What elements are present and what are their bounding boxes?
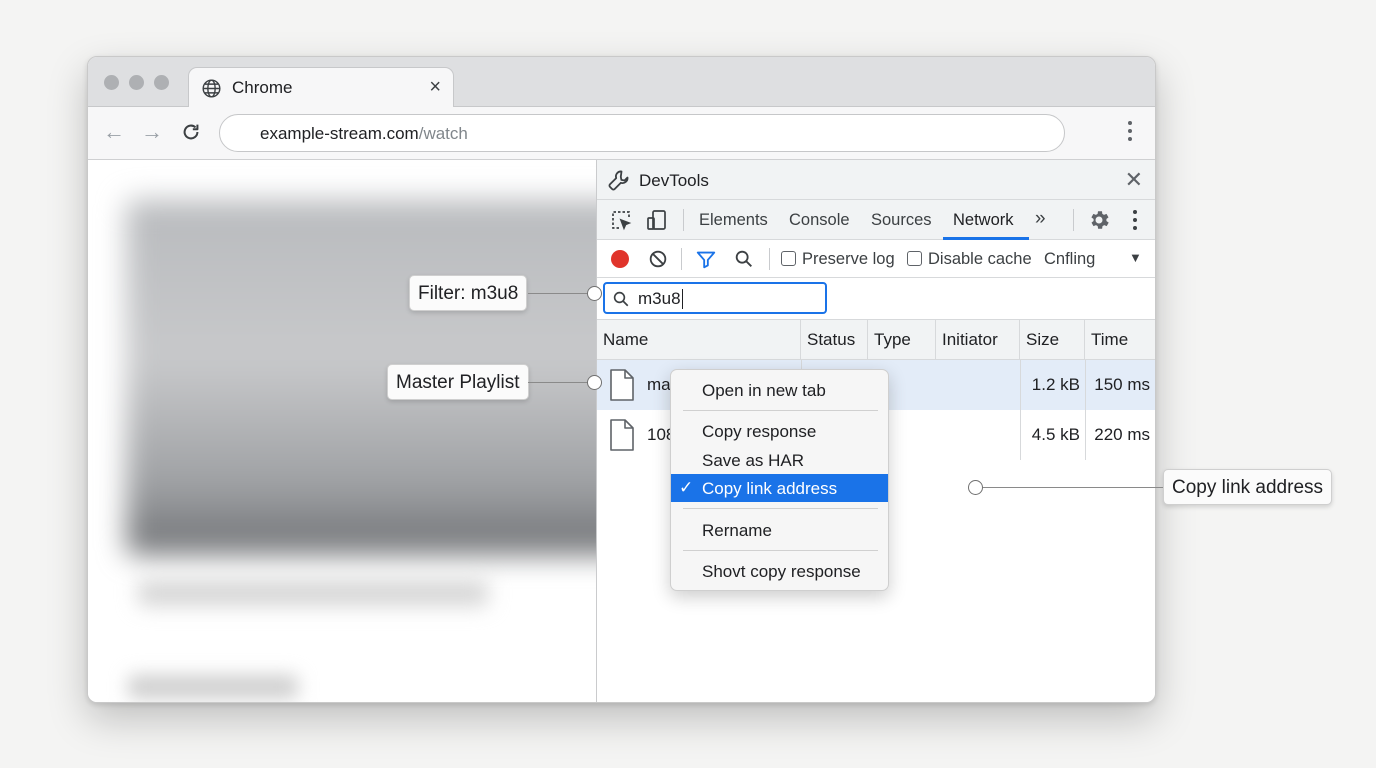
menu-divider [683,410,878,411]
filter-icon[interactable] [695,248,717,270]
reload-icon[interactable] [180,121,202,143]
request-time: 150 ms [1094,375,1150,394]
window-close-dot[interactable] [104,75,119,90]
url-host: example-stream.com [260,124,419,143]
close-icon[interactable]: ✕ [1125,167,1143,193]
record-icon[interactable] [611,250,629,268]
browser-toolbar: ← → example-stream.com/watch [88,107,1155,160]
kebab-menu-icon[interactable] [1127,121,1133,143]
callout-leader-line [528,382,590,383]
tab-sources[interactable]: Sources [871,211,932,230]
request-size: 1.2 kB [1031,375,1080,394]
callout-leader-line [528,293,590,294]
blurred-text-line [128,675,298,699]
menu-item-label: Copy link address [702,479,838,498]
column-time[interactable]: Time [1085,320,1155,360]
menu-item-label: Copy response [702,422,817,441]
menu-item-label: Save as HAR [702,451,805,470]
more-tabs-icon[interactable]: » [1035,208,1046,230]
throttling-select[interactable]: Cnfling [1044,250,1095,269]
callout-pin [587,286,602,301]
request-size: 4.5 kB [1031,425,1080,444]
search-icon [613,291,629,307]
menu-item-rename[interactable]: Rername [671,516,888,544]
callout-master-playlist: Master Playlist [387,364,529,400]
gear-icon[interactable] [1087,208,1111,232]
callout-filter: Filter: m3u8 [409,275,528,311]
clear-icon[interactable] [647,248,669,270]
toolbar-separator [683,209,684,231]
disable-cache-checkbox[interactable] [907,251,922,266]
blurred-text-line [138,580,488,606]
close-icon[interactable]: × [429,76,441,98]
context-menu: Open in new tab Copy response Save as HA… [670,369,889,591]
device-toolbar-icon[interactable] [645,208,669,232]
column-type[interactable]: Type [868,320,936,360]
devtools-title: DevTools [639,171,709,190]
menu-item-label: Rername [702,521,772,540]
address-bar[interactable]: example-stream.com/watch [219,114,1065,152]
menu-divider [683,550,878,551]
callout-pin [968,480,983,495]
callout-leader-line [976,487,1163,488]
callout-copy-link-address: Copy link address [1163,469,1333,505]
toolbar-separator [769,248,770,270]
wrench-icon [608,170,629,191]
menu-item-label: Open in new tab [702,381,826,400]
page-content [88,160,596,702]
url-path: /watch [418,124,468,143]
dropdown-caret-icon[interactable]: ▼ [1129,250,1142,265]
devtools-titlebar: DevTools ✕ [597,160,1155,200]
tab-network[interactable]: Network [953,211,1014,230]
tab-console[interactable]: Console [789,211,850,230]
disable-cache-label: Disable cache [928,250,1032,268]
devtools-tabbar: Elements Console Sources Network » [597,200,1155,240]
url-text: example-stream.com/watch [260,124,468,144]
browser-tab[interactable]: Chrome × [188,67,454,108]
search-icon[interactable] [733,248,755,270]
preserve-log-checkbox[interactable] [781,251,796,266]
callout-pin [587,375,602,390]
window-minimize-dot[interactable] [129,75,144,90]
column-divider [1020,360,1021,460]
menu-item-copy-link-address[interactable]: ✓ Copy link address [671,474,888,502]
browser-window: Chrome × ← → example-stream.com/watch De… [87,56,1156,703]
column-status[interactable]: Status [801,320,868,360]
request-table-header: Name Status Type Initiator Size Time [597,320,1155,360]
globe-icon [202,79,221,98]
filter-bar: m3u8 [597,278,1155,320]
tab-title: Chrome [232,78,293,97]
menu-item-label: Shovt copy response [702,562,861,581]
filter-input[interactable]: m3u8 [603,282,827,314]
checkmark-icon: ✓ [679,478,694,497]
menu-item-short-copy-response[interactable]: Shovt copy response [671,557,888,585]
preserve-log-label: Preserve log [802,250,895,268]
toolbar-separator [1073,209,1074,231]
toolbar-separator [681,248,682,270]
inspect-element-icon[interactable] [609,208,633,232]
request-time: 220 ms [1094,425,1150,444]
menu-item-save-as-har[interactable]: Save as HAR [671,446,888,474]
menu-item-copy-response[interactable]: Copy response [671,417,888,445]
menu-item-open-in-new-tab[interactable]: Open in new tab [671,376,888,404]
tab-elements[interactable]: Elements [699,211,768,230]
document-icon [610,369,634,401]
kebab-menu-icon[interactable] [1132,210,1138,232]
column-name[interactable]: Name [597,320,801,360]
network-toolbar: Preserve log Disable cache Cnfling ▼ [597,240,1155,278]
menu-divider [683,508,878,509]
column-size[interactable]: Size [1020,320,1085,360]
tab-strip: Chrome × [88,57,1155,108]
window-maximize-dot[interactable] [154,75,169,90]
forward-arrow-icon[interactable]: → [140,120,164,144]
column-initiator[interactable]: Initiator [936,320,1020,360]
back-arrow-icon[interactable]: ← [102,120,126,144]
document-icon [610,419,634,451]
column-divider [1085,360,1086,460]
filter-value: m3u8 [638,289,683,309]
